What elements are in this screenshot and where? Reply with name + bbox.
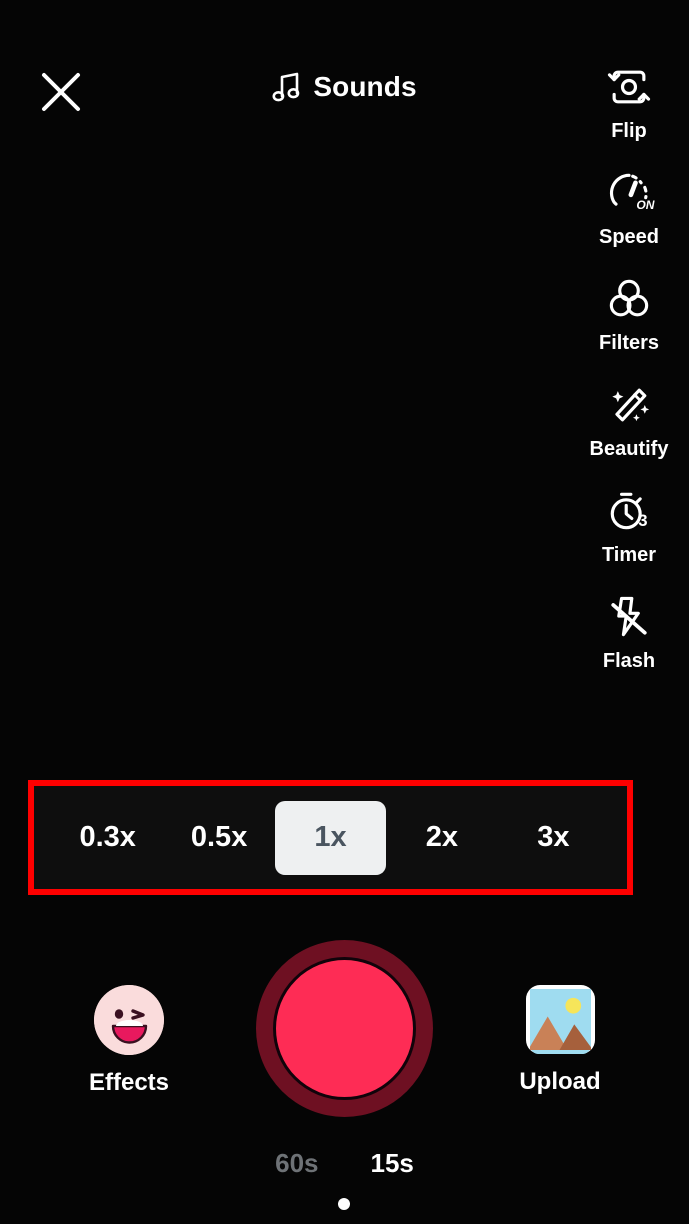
tool-speed[interactable]: ON Speed <box>569 164 689 270</box>
speed-option-label: 3x <box>537 821 570 853</box>
speed-option-1x[interactable]: 1x <box>274 786 387 889</box>
tool-flash-label: Flash <box>602 650 656 672</box>
filters-circles-icon <box>600 270 658 328</box>
record-button-inner <box>273 957 416 1100</box>
tool-filters-label: Filters <box>598 332 660 354</box>
speedometer-icon: ON <box>600 164 658 222</box>
tool-flip[interactable]: Flip <box>569 58 689 164</box>
speed-option-3x[interactable]: 3x <box>498 786 609 889</box>
record-button[interactable] <box>256 940 433 1117</box>
close-icon[interactable] <box>36 67 86 117</box>
upload-button[interactable]: Upload <box>494 985 626 1096</box>
effects-button[interactable]: Effects <box>63 985 195 1097</box>
tool-flip-label: Flip <box>611 120 647 142</box>
tool-rail: Flip ON Speed Filters Beautify 3 Timer F… <box>569 58 689 694</box>
camera-flip-icon <box>600 58 658 116</box>
tool-filters[interactable]: Filters <box>569 270 689 376</box>
tool-timer[interactable]: 3 Timer <box>569 482 689 588</box>
flash-off-icon <box>600 588 658 646</box>
speed-option-label: 1x <box>274 800 387 875</box>
speed-option-0-3x[interactable]: 0.3x <box>52 786 163 889</box>
duration-selected-indicator <box>338 1198 350 1210</box>
upload-label: Upload <box>519 1068 601 1095</box>
duration-option-15s[interactable]: 15s <box>371 1148 414 1178</box>
tool-flash[interactable]: Flash <box>569 588 689 694</box>
speed-option-2x[interactable]: 2x <box>386 786 497 889</box>
tool-beautify-label: Beautify <box>589 438 669 460</box>
magic-wand-icon <box>600 376 658 434</box>
photo-thumbnail-icon <box>525 985 595 1054</box>
effects-label: Effects <box>88 1069 170 1096</box>
stopwatch-icon: 3 <box>600 482 658 540</box>
winking-face-emoji-icon <box>94 985 164 1055</box>
speed-option-label: 0.5x <box>190 821 248 853</box>
sounds-label: Sounds <box>313 71 417 102</box>
tool-timer-label: Timer <box>601 544 657 566</box>
camera-screen: Sounds Flip ON Speed Filters Beautify 3 … <box>0 0 689 1224</box>
speed-selector: 0.3x 0.5x 1x 2x 3x <box>34 786 627 889</box>
duration-selector: 60s 15s <box>0 1148 689 1178</box>
svg-text:3: 3 <box>638 511 647 530</box>
svg-text:ON: ON <box>636 198 654 212</box>
speed-option-label: 2x <box>425 821 459 853</box>
tool-speed-label: Speed <box>598 226 660 248</box>
speed-option-label: 0.3x <box>79 821 136 853</box>
capture-controls: Effects Upload <box>0 940 689 1125</box>
speed-option-0-5x[interactable]: 0.5x <box>163 786 274 889</box>
music-note-icon <box>272 70 302 104</box>
duration-option-60s[interactable]: 60s <box>275 1148 318 1178</box>
tool-beautify[interactable]: Beautify <box>569 376 689 482</box>
